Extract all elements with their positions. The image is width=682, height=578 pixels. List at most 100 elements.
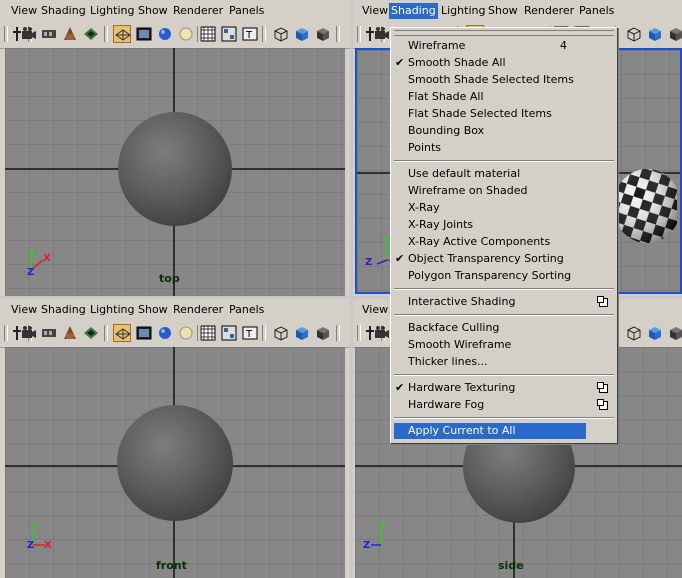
gray-cube-icon[interactable] (314, 25, 332, 43)
film-icon[interactable] (40, 324, 58, 342)
menu-panels[interactable]: Panels (227, 3, 266, 19)
menu-item-hardware-texturing[interactable]: ✔ Hardware Texturing (394, 380, 608, 396)
viewport-top[interactable]: Y X Z top (5, 48, 345, 296)
wire-cube-icon[interactable] (625, 25, 643, 43)
camera-icon[interactable] (19, 25, 37, 43)
menu-lighting[interactable]: Lighting (88, 3, 136, 19)
wire-cube-icon[interactable] (272, 324, 290, 342)
xray-icon[interactable] (220, 25, 238, 43)
menu-item-points[interactable]: Points (394, 140, 586, 156)
menu-item-use-default-material[interactable]: Use default material (394, 166, 586, 182)
menu-item-thicker-lines[interactable]: Thicker lines... (394, 354, 586, 370)
menu-show[interactable]: Show (136, 3, 170, 19)
menu-item-x-ray[interactable]: X-Ray (394, 200, 586, 216)
menu-view[interactable]: View (9, 302, 39, 318)
menu-lighting[interactable]: Lighting (439, 3, 487, 19)
shaded-icon[interactable] (135, 25, 153, 43)
menu-view[interactable]: View (360, 3, 390, 19)
menu-item-flat-shade-selected[interactable]: Flat Shade Selected Items (394, 106, 586, 122)
bookmark-icon[interactable] (61, 25, 79, 43)
menu-show[interactable]: Show (136, 302, 170, 318)
menu-item-hardware-fog[interactable]: Hardware Fog (394, 397, 608, 413)
panel-toolbar: T (0, 321, 350, 348)
wireframe-icon[interactable] (113, 324, 131, 342)
menu-item-object-transparency-sorting[interactable]: ✔ Object Transparency Sorting (394, 251, 586, 267)
option-box-icon[interactable] (597, 382, 608, 393)
check-icon: ✔ (395, 56, 405, 69)
sphere-object[interactable] (118, 112, 232, 226)
wireframe-icon[interactable] (113, 25, 131, 43)
shaded-icon[interactable] (135, 324, 153, 342)
texture-icon[interactable] (156, 324, 174, 342)
camera-label: top (159, 272, 180, 285)
gray-cube-icon[interactable] (667, 324, 682, 342)
viewport-panel-front: View Shading Lighting Show Renderer Pane… (0, 299, 350, 578)
panel-menubar: View Shading Lighting Show Renderer Pane… (0, 0, 350, 22)
menu-item-bounding-box[interactable]: Bounding Box (394, 123, 586, 139)
xray-icon[interactable] (220, 324, 238, 342)
menu-shading[interactable]: Shading (39, 3, 88, 19)
texture-icon[interactable] (156, 25, 174, 43)
blue-cube-icon[interactable] (646, 324, 664, 342)
menu-item-x-ray-active-components[interactable]: X-Ray Active Components (394, 234, 586, 250)
film-icon[interactable] (40, 25, 58, 43)
bookmark-icon[interactable] (61, 324, 79, 342)
menu-item-x-ray-joints[interactable]: X-Ray Joints (394, 217, 586, 233)
menu-tear-off[interactable] (394, 30, 614, 36)
menu-item-wireframe-on-shaded[interactable]: Wireframe on Shaded (394, 183, 586, 199)
menu-item-apply-current-to-all[interactable]: Apply Current to All (394, 423, 586, 439)
menu-shading[interactable]: Shading (39, 302, 88, 318)
option-box-icon[interactable] (597, 399, 608, 410)
camera-icon[interactable] (19, 324, 37, 342)
menu-renderer[interactable]: Renderer (171, 3, 225, 19)
gizmo-y-label: Y (28, 249, 36, 260)
gizmo-x-label: X (43, 253, 51, 264)
light-icon[interactable] (177, 25, 195, 43)
light-icon[interactable] (177, 324, 195, 342)
blue-cube-icon[interactable] (646, 25, 664, 43)
menu-item-wireframe[interactable]: Wireframe 4 (394, 38, 586, 54)
gray-cube-icon[interactable] (667, 25, 682, 43)
menu-panels[interactable]: Panels (577, 3, 616, 19)
menu-item-backface-culling[interactable]: Backface Culling (394, 320, 586, 336)
menu-item-polygon-transparency-sorting[interactable]: Polygon Transparency Sorting (394, 268, 586, 284)
viewport-front[interactable]: Y Z X front (5, 347, 345, 578)
render-icon[interactable] (82, 25, 100, 43)
blue-cube-icon[interactable] (293, 324, 311, 342)
wire-cube-icon[interactable] (272, 25, 290, 43)
toolbar-separator (262, 26, 266, 42)
resolution-gate-icon[interactable]: T (241, 25, 259, 43)
menu-item-interactive-shading[interactable]: Interactive Shading (394, 294, 608, 310)
menu-renderer[interactable]: Renderer (171, 302, 225, 318)
camera-label: front (156, 559, 187, 572)
menu-view[interactable]: View (360, 302, 390, 318)
axis-gizmo-front: Y Z X (25, 523, 65, 557)
menu-separator (394, 288, 614, 290)
menu-item-flat-shade-all[interactable]: Flat Shade All (394, 89, 586, 105)
menu-lighting[interactable]: Lighting (88, 302, 136, 318)
resolution-gate-icon[interactable]: T (241, 324, 259, 342)
menu-view[interactable]: View (9, 3, 39, 19)
render-icon[interactable] (82, 324, 100, 342)
checkered-sphere[interactable] (611, 168, 677, 244)
blue-cube-icon[interactable] (293, 25, 311, 43)
menu-item-smooth-wireframe[interactable]: Smooth Wireframe (394, 337, 586, 353)
camera-icon[interactable] (372, 324, 390, 342)
sphere-object[interactable] (117, 405, 233, 521)
option-box-icon[interactable] (597, 296, 608, 307)
shading-menu: Wireframe 4 ✔ Smooth Shade All Smooth Shad… (390, 27, 618, 444)
gizmo-y-label: Y (378, 522, 386, 533)
grid-icon[interactable] (199, 324, 217, 342)
axis-gizmo-side: Y Z (363, 523, 403, 557)
menu-separator (394, 374, 614, 376)
menu-show[interactable]: Show (486, 3, 520, 19)
menu-shading[interactable]: Shading (389, 3, 438, 19)
gray-cube-icon[interactable] (314, 324, 332, 342)
menu-item-smooth-shade-selected[interactable]: Smooth Shade Selected Items (394, 72, 586, 88)
menu-item-smooth-shade-all[interactable]: ✔ Smooth Shade All (394, 55, 586, 71)
menu-renderer[interactable]: Renderer (522, 3, 576, 19)
camera-icon[interactable] (372, 25, 390, 43)
wire-cube-icon[interactable] (625, 324, 643, 342)
grid-icon[interactable] (199, 25, 217, 43)
menu-panels[interactable]: Panels (227, 302, 266, 318)
